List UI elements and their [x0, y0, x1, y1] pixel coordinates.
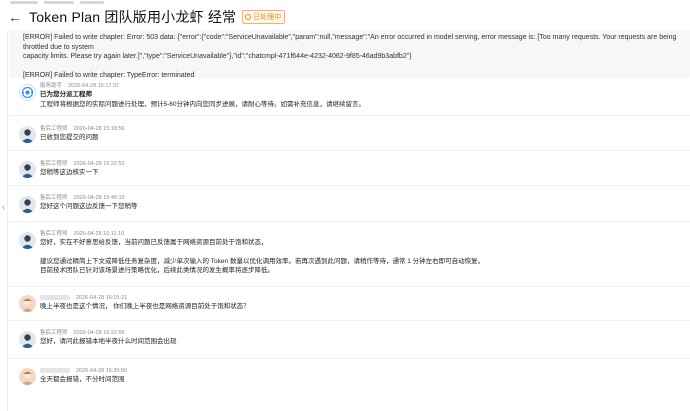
message-time: 2026-04-28 15:22:52 [73, 161, 125, 167]
conversation-list: [ERROR] Failed to write chapter: Error: … [9, 30, 690, 392]
status-badge: 已处理中 [242, 10, 286, 24]
message-author: 服务助手 [40, 83, 63, 89]
message-line: 建议您通过精简上下文或降低任务复杂度，减少单次输入的 Token 数量以优化调用… [40, 257, 485, 265]
message-meta: 售后工程师 2026-04-28 15:46:10 [40, 194, 690, 202]
user-avatar [19, 368, 36, 385]
message-meta: 2026-04-28 16:30:50 [40, 367, 690, 375]
message-line: 目前技术团队已针对该场景进行策略优化，后续此类情况的发生概率将逐步降低。 [40, 267, 274, 274]
message-author: 售后工程师 [40, 161, 68, 167]
message-item: 售后工程师 2026-04-28 15:22:52 您稍等这边核实一下 [9, 151, 690, 186]
message-line: 工程师将根据您的实际问题进行处理，预计5-60分钟内向您同步进展，请耐心等待。如… [40, 100, 366, 108]
message-meta: 售后工程师 2026-04-28 16:11:10 [40, 230, 690, 238]
message-author: 售后工程师 [40, 330, 68, 336]
message-author: 售后工程师 [40, 195, 68, 201]
message-line: 全天都会报错，不分时间范围 [40, 376, 125, 383]
message-line: 您好这个问题这边反馈一下您稍等 [40, 203, 138, 210]
message-item: 售后工程师 2026-04-28 16:11:10 您好，实在不好意思给反馈，当前… [9, 222, 690, 287]
error-line: [ERROR] Failed to write chapter: Error: … [23, 34, 677, 51]
message-time: 2026-04-28 15:18:56 [73, 126, 125, 132]
engineer-avatar [19, 196, 36, 213]
status-clock-icon [245, 14, 252, 20]
message-body: 您好，请问此报错本地半夜什么时间范围会出现 [40, 337, 690, 347]
message-time: 2026-04-28 16:22:56 [73, 330, 125, 336]
message-body: 晚上半夜也是这个情况， 你们晚上半夜也是网络资源目前处于饱和状态？ [40, 302, 690, 312]
ticket-title: Token Plan 团队版用小龙虾 经常 [29, 9, 237, 25]
message-body: 您稍等这边核实一下 [40, 168, 690, 178]
message-line: 已为您分派工程师 [40, 91, 92, 98]
engineer-avatar [19, 126, 36, 143]
message-author: 售后工程师 [40, 231, 68, 237]
message-item: 售后工程师 2026-04-28 15:18:56 已收到您提交的问题 [9, 116, 690, 151]
message-body: 您好这个问题这边反馈一下您稍等 [40, 202, 690, 212]
message-meta: 售后工程师 2026-04-28 15:22:52 [40, 160, 690, 168]
engineer-avatar [19, 232, 36, 249]
message-body: 已为您分派工程师 工程师将根据您的实际问题进行处理，预计5-60分钟内向您同步进… [40, 90, 690, 109]
message-line: 您稍等这边核实一下 [40, 169, 99, 176]
engineer-avatar [19, 161, 36, 178]
message-meta: 服务助手 2026-04-28 15:17:37 [40, 82, 690, 90]
message-meta: 售后工程师 2026-04-28 16:22:56 [40, 329, 690, 337]
sidebar-divider [7, 32, 8, 411]
collapse-sidebar-chevron-icon[interactable]: ‹ [0, 200, 7, 214]
user-name-redacted [40, 295, 70, 301]
message-item: 服务助手 2026-04-28 15:17:37 已为您分派工程师 工程师将根据您… [9, 78, 690, 116]
message-line: 您好，请问此报错本地半夜什么时间范围会出现 [40, 338, 177, 345]
message-author: 售后工程师 [40, 126, 68, 132]
message-time: 2026-04-28 16:11:10 [73, 231, 125, 237]
message-time: 2026-04-28 15:17:37 [68, 83, 120, 89]
status-badge-label: 已处理中 [253, 14, 282, 21]
message-meta: 2026-04-28 16:15:21 [40, 294, 690, 302]
message-item: 售后工程师 2026-04-28 16:22:56 您好，请问此报错本地半夜什么时… [9, 321, 690, 359]
user-name-redacted [40, 368, 70, 374]
message-time: 2026-04-28 16:30:50 [76, 368, 128, 374]
message-meta: 售后工程师 2026-04-28 15:18:56 [40, 125, 690, 133]
back-arrow-icon[interactable]: ← [8, 9, 22, 25]
error-line: capacity limits. Please try again later.… [23, 53, 412, 60]
error-log-block: [ERROR] Failed to write chapter: Error: … [9, 30, 690, 79]
message-time: 2026-04-28 15:46:10 [73, 195, 125, 201]
message-line: 您好，实在不好意思给反馈，当前问题已反馈属于网络资源目前处于饱和状态， [40, 239, 268, 246]
bot-icon [19, 84, 36, 101]
engineer-avatar [19, 331, 36, 348]
message-body: 已收到您提交的问题 [40, 133, 690, 143]
message-body: 您好，实在不好意思给反馈，当前问题已反馈属于网络资源目前处于饱和状态， 建议您通… [40, 238, 690, 276]
message-time: 2026-04-28 16:15:21 [76, 295, 128, 301]
message-item: 售后工程师 2026-04-28 15:46:10 您好这个问题这边反馈一下您稍等 [9, 186, 690, 222]
message-item: 2026-04-28 16:15:21 晚上半夜也是这个情况， 你们晚上半夜也是… [9, 287, 690, 321]
ticket-header: ← Token Plan 团队版用小龙虾 经常 已处理中 [0, 6, 690, 28]
message-body: 全天都会报错，不分时间范围 [40, 375, 690, 385]
user-avatar [19, 295, 36, 312]
message-item: 2026-04-28 16:30:50 全天都会报错，不分时间范围 [9, 359, 690, 392]
message-line: 晚上半夜也是这个情况， 你们晚上半夜也是网络资源目前处于饱和状态？ [40, 303, 250, 310]
message-line: 已收到您提交的问题 [40, 134, 99, 141]
